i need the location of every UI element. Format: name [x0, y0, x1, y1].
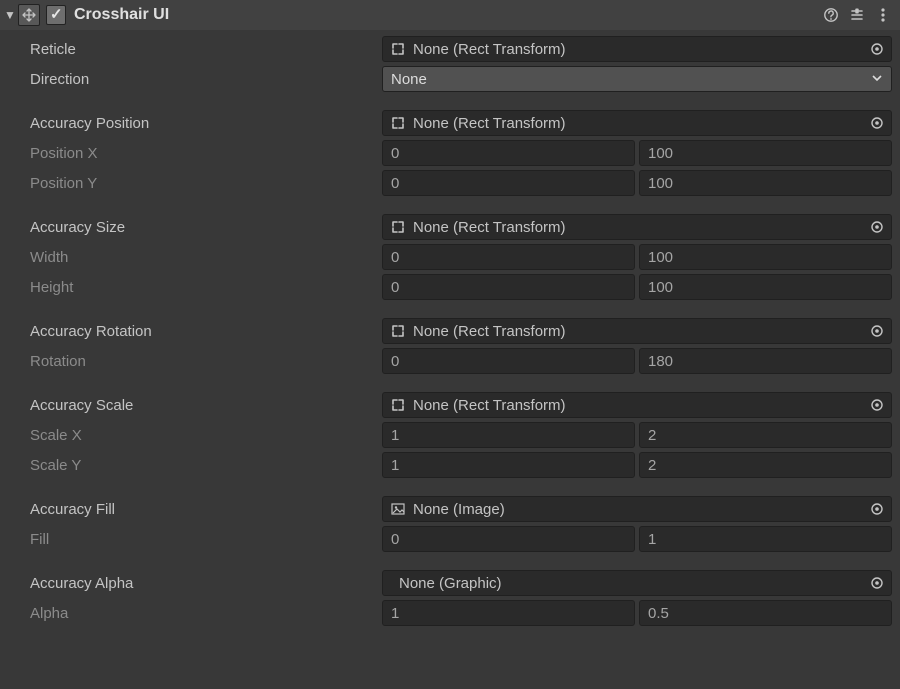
- fill-max[interactable]: 1: [639, 526, 892, 552]
- reticle-object-field[interactable]: None (Rect Transform): [382, 36, 892, 62]
- object-picker-icon[interactable]: [867, 37, 887, 61]
- width-min[interactable]: 0: [382, 244, 635, 270]
- position-y-min[interactable]: 0: [382, 170, 635, 196]
- label-accuracy-rotation: Accuracy Rotation: [8, 323, 378, 340]
- label-reticle: Reticle: [8, 41, 378, 58]
- width-max[interactable]: 100: [639, 244, 892, 270]
- rect-transform-icon: [389, 40, 407, 58]
- label-scale-y: Scale Y: [8, 457, 378, 474]
- position-x-max[interactable]: 100: [639, 140, 892, 166]
- context-menu-icon[interactable]: [872, 4, 894, 26]
- scale-x-min[interactable]: 1: [382, 422, 635, 448]
- object-picker-icon[interactable]: [867, 571, 887, 595]
- scale-y-max[interactable]: 2: [639, 452, 892, 478]
- foldout-toggle[interactable]: ▼: [2, 7, 18, 23]
- accuracy-fill-object-field[interactable]: None (Image): [382, 496, 892, 522]
- position-y-max[interactable]: 100: [639, 170, 892, 196]
- label-height: Height: [8, 279, 378, 296]
- direction-dropdown[interactable]: None: [382, 66, 892, 92]
- fill-min[interactable]: 0: [382, 526, 635, 552]
- rotation-min[interactable]: 0: [382, 348, 635, 374]
- scale-x-max[interactable]: 2: [639, 422, 892, 448]
- position-x-min[interactable]: 0: [382, 140, 635, 166]
- label-position-y: Position Y: [8, 175, 378, 192]
- height-min[interactable]: 0: [382, 274, 635, 300]
- image-icon: [389, 500, 407, 518]
- object-picker-icon[interactable]: [867, 393, 887, 417]
- component-header: ▼ Crosshair UI: [0, 0, 900, 30]
- accuracy-scale-object-field[interactable]: None (Rect Transform): [382, 392, 892, 418]
- scale-y-min[interactable]: 1: [382, 452, 635, 478]
- label-position-x: Position X: [8, 145, 378, 162]
- rect-transform-icon: [389, 396, 407, 414]
- label-accuracy-scale: Accuracy Scale: [8, 397, 378, 414]
- label-fill: Fill: [8, 531, 378, 548]
- label-accuracy-alpha: Accuracy Alpha: [8, 575, 378, 592]
- alpha-max[interactable]: 0.5: [639, 600, 892, 626]
- object-picker-icon[interactable]: [867, 215, 887, 239]
- height-max[interactable]: 100: [639, 274, 892, 300]
- object-picker-icon[interactable]: [867, 497, 887, 521]
- label-alpha: Alpha: [8, 605, 378, 622]
- alpha-min[interactable]: 1: [382, 600, 635, 626]
- accuracy-size-object-field[interactable]: None (Rect Transform): [382, 214, 892, 240]
- rect-transform-icon: [389, 114, 407, 132]
- rotation-max[interactable]: 180: [639, 348, 892, 374]
- label-direction: Direction: [8, 71, 378, 88]
- object-picker-icon[interactable]: [867, 319, 887, 343]
- rect-transform-icon: [389, 218, 407, 236]
- accuracy-alpha-object-field[interactable]: None (Graphic): [382, 570, 892, 596]
- component-enabled-checkbox[interactable]: [46, 5, 66, 25]
- label-rotation: Rotation: [8, 353, 378, 370]
- rect-transform-icon: [389, 322, 407, 340]
- chevron-down-icon: [871, 71, 883, 88]
- object-picker-icon[interactable]: [867, 111, 887, 135]
- help-icon[interactable]: [820, 4, 842, 26]
- component-title: Crosshair UI: [74, 6, 169, 24]
- label-width: Width: [8, 249, 378, 266]
- label-accuracy-fill: Accuracy Fill: [8, 501, 378, 518]
- label-scale-x: Scale X: [8, 427, 378, 444]
- accuracy-rotation-object-field[interactable]: None (Rect Transform): [382, 318, 892, 344]
- label-accuracy-size: Accuracy Size: [8, 219, 378, 236]
- accuracy-position-object-field[interactable]: None (Rect Transform): [382, 110, 892, 136]
- label-accuracy-position: Accuracy Position: [8, 115, 378, 132]
- script-icon: [18, 4, 40, 26]
- preset-icon[interactable]: [846, 4, 868, 26]
